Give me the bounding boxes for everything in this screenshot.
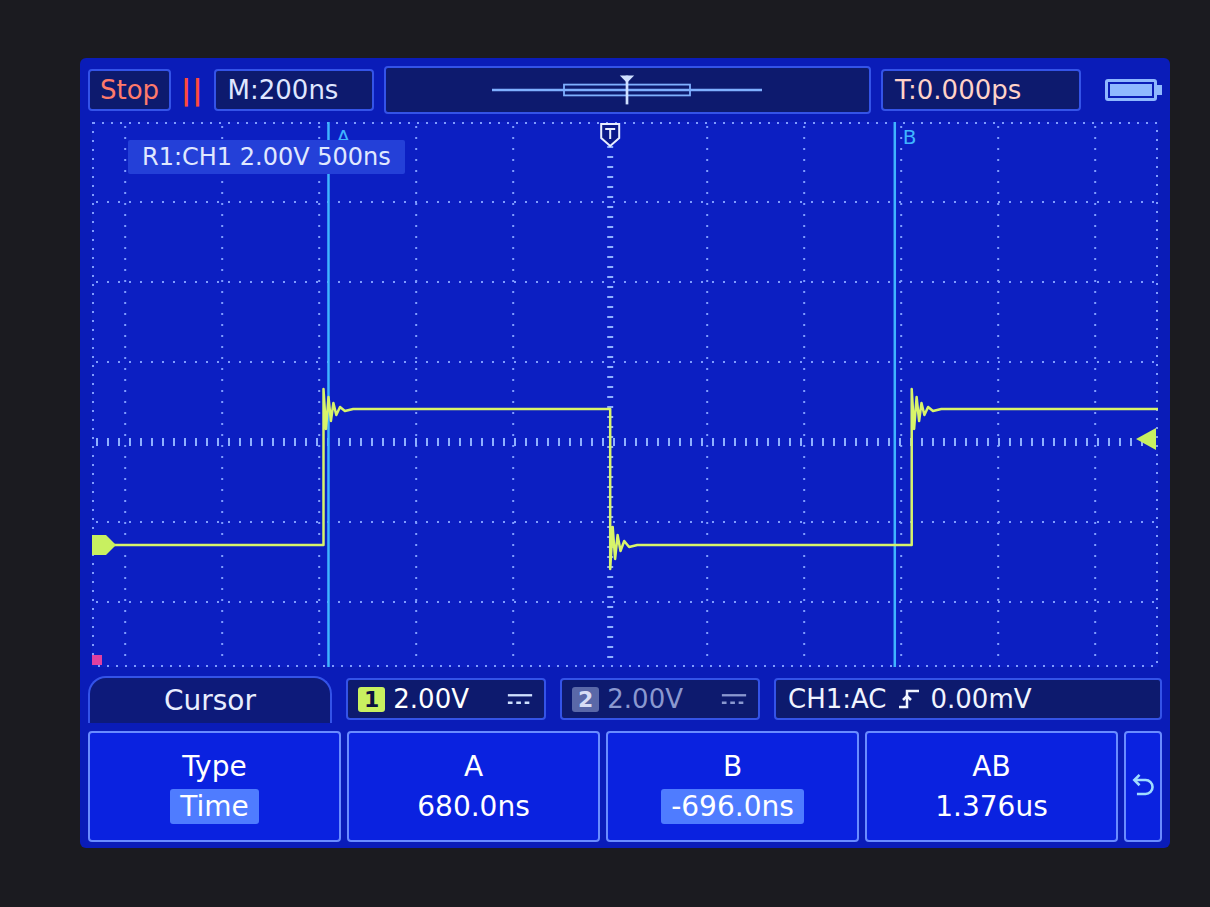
channel-badge: 2 bbox=[572, 687, 599, 712]
center-horizontal-axis bbox=[96, 438, 1154, 446]
channel-scale: 2.00V bbox=[393, 684, 498, 714]
grid-line bbox=[96, 361, 1154, 363]
battery-icon bbox=[1105, 79, 1162, 101]
grid-line bbox=[415, 126, 417, 663]
grid-line bbox=[706, 126, 708, 663]
trigger-offset[interactable]: T:0.000ps bbox=[881, 69, 1081, 111]
grid-line bbox=[124, 126, 126, 663]
battery-body bbox=[1105, 79, 1157, 101]
grid-line bbox=[997, 126, 999, 663]
grid-line bbox=[803, 126, 805, 663]
softkey-value: 680.0ns bbox=[407, 789, 540, 824]
dc-coupling-icon bbox=[506, 689, 534, 709]
menu-tab[interactable]: Cursor bbox=[88, 676, 332, 723]
grid-line bbox=[96, 521, 1154, 523]
channel-scale: 2.00V bbox=[607, 684, 712, 714]
trigger-info[interactable]: CH1:AC 0.00mV bbox=[774, 678, 1162, 720]
grid-line bbox=[900, 126, 902, 663]
channel-badge: 1 bbox=[358, 687, 385, 712]
screen: Stop||M:200nsT:0.000psABR1:CH1 2.00V 500… bbox=[80, 58, 1170, 848]
softkey-bar: Type Time A 680.0ns B -696.0ns AB 1.376us bbox=[88, 731, 1162, 842]
softkey-title: Type bbox=[182, 750, 246, 783]
run-state[interactable]: Stop bbox=[88, 69, 171, 111]
battery-tip bbox=[1157, 85, 1162, 95]
plot-canvas: AB bbox=[92, 122, 1158, 667]
grid-line bbox=[96, 201, 1154, 203]
waveform-trace bbox=[92, 389, 1158, 569]
waveform-plot: ABR1:CH1 2.00V 500ns bbox=[92, 122, 1158, 667]
softkey-title: AB bbox=[972, 750, 1010, 783]
grid-line bbox=[96, 281, 1154, 283]
cursor-line[interactable] bbox=[327, 122, 330, 667]
rising-edge-icon bbox=[897, 687, 921, 711]
timebase[interactable]: M:200ns bbox=[214, 69, 374, 111]
softkey-value: 1.376us bbox=[925, 789, 1058, 824]
grid-line bbox=[512, 126, 514, 663]
run-state-label: Stop bbox=[100, 75, 159, 105]
center-vertical-axis bbox=[607, 126, 613, 663]
dc-coupling-icon bbox=[720, 689, 748, 709]
softkey-value: Time bbox=[170, 789, 259, 824]
oscilloscope: Stop||M:200nsT:0.000psABR1:CH1 2.00V 500… bbox=[0, 0, 1210, 907]
grid-line bbox=[221, 126, 223, 663]
return-arrow-icon bbox=[1130, 769, 1156, 805]
cursor-line[interactable] bbox=[894, 122, 897, 667]
plot-border bbox=[93, 123, 1157, 666]
channel-info[interactable]: 1 2.00V bbox=[346, 678, 546, 720]
trigger-level: 0.00mV bbox=[931, 684, 1032, 714]
timebase-label: M:200ns bbox=[228, 75, 339, 105]
grid-line bbox=[318, 126, 320, 663]
grid-line bbox=[96, 601, 1154, 603]
pause-mark: || bbox=[181, 74, 203, 107]
math-marker-icon bbox=[92, 655, 102, 665]
channel-bar: Cursor 1 2.00V 2 2.00V CH1:AC 0.00mV bbox=[88, 673, 1162, 725]
softkey[interactable]: Type Time bbox=[88, 731, 341, 842]
softkey-title: A bbox=[464, 750, 483, 783]
memory-position-icon bbox=[467, 72, 787, 108]
softkey-value: -696.0ns bbox=[661, 789, 804, 824]
time-cursor[interactable]: A bbox=[328, 122, 350, 667]
softkey[interactable]: B -696.0ns bbox=[606, 731, 859, 842]
battery-fill bbox=[1110, 84, 1152, 96]
top-bar: Stop || M:200ns T:0.000ps bbox=[88, 64, 1162, 116]
grid-line bbox=[1094, 126, 1096, 663]
trigger-position-icon bbox=[601, 124, 619, 146]
softkey[interactable]: A 680.0ns bbox=[347, 731, 600, 842]
softkey[interactable]: AB 1.376us bbox=[865, 731, 1118, 842]
ground-marker-icon[interactable] bbox=[92, 535, 116, 555]
memory-position bbox=[384, 66, 871, 114]
channel-info[interactable]: 2 2.00V bbox=[560, 678, 760, 720]
cursor-label: B bbox=[903, 125, 917, 149]
trigger-source: CH1:AC bbox=[788, 684, 887, 714]
trigger-level-icon[interactable] bbox=[1136, 428, 1156, 450]
softkey-title: B bbox=[723, 750, 742, 783]
reference-label: R1:CH1 2.00V 500ns bbox=[128, 140, 405, 174]
trigger-offset-label: T:0.000ps bbox=[895, 75, 1021, 105]
return-button[interactable] bbox=[1124, 731, 1162, 842]
